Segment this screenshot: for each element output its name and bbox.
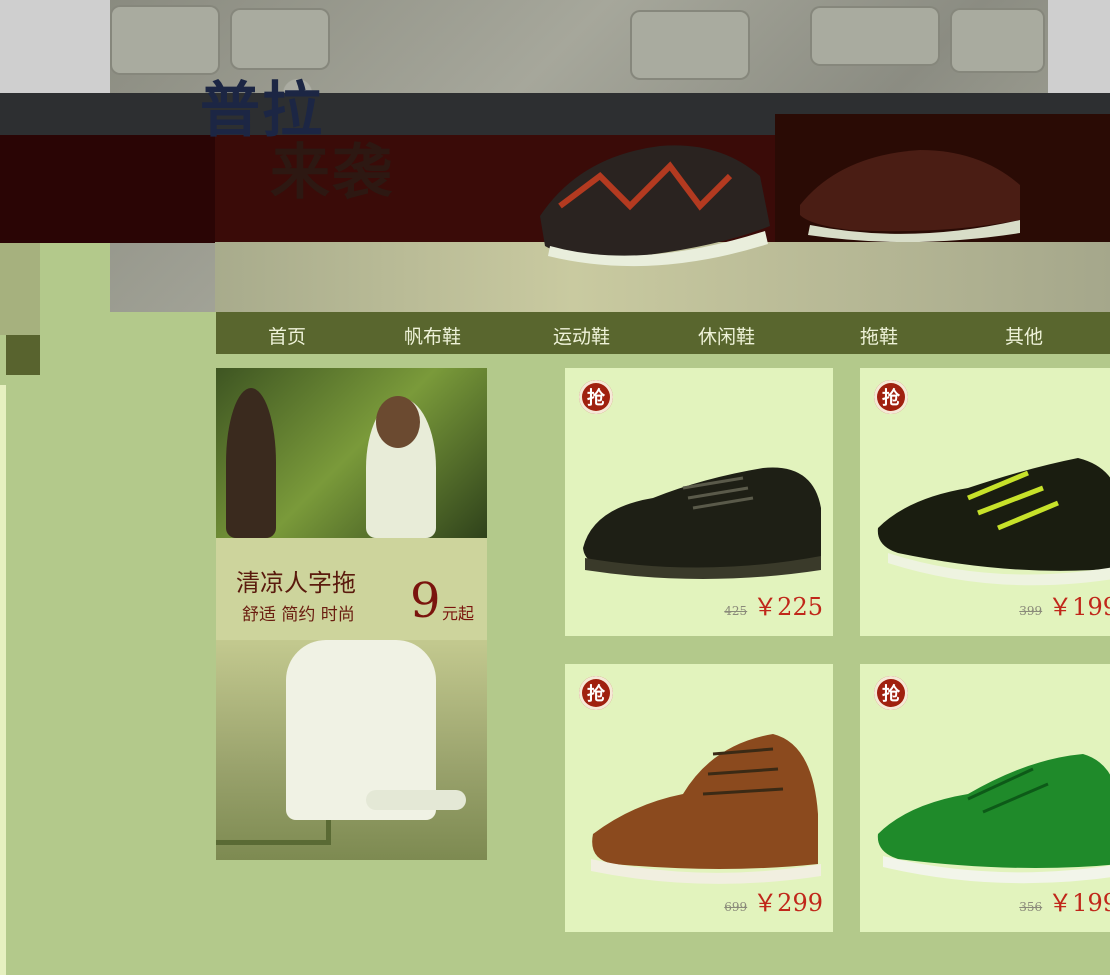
promo-subtitle: 舒适 简约 时尚 [242,605,355,625]
product-shoe-image [591,734,821,884]
sale-price: ￥199 [1048,593,1110,621]
nav-item-home[interactable]: 首页 [268,322,306,349]
original-price: 699 [724,900,748,914]
promo-price: 9 [410,573,441,629]
product-shoe-image [583,467,821,579]
promo-price-suffix: 元起 [442,604,475,623]
left-edge-strip [0,385,6,975]
product-shoe-image [877,754,1110,884]
price-row: 399 ￥199 [1019,587,1110,622]
original-price: 356 [1019,900,1043,914]
top-left-filler [0,0,110,95]
product-card[interactable]: 抢 356 ￥199 [860,664,1110,932]
price-row: 425 ￥225 [724,587,823,622]
grab-badge-icon: 抢 [579,380,613,414]
sale-price: ￥225 [753,593,823,621]
nav-item-other[interactable]: 其他 [1005,322,1043,349]
grab-badge-icon: 抢 [874,380,908,414]
nav-item-casual-shoes[interactable]: 休闲鞋 [698,322,755,349]
promo-banner[interactable]: 清凉人字拖 舒适 简约 时尚 9 元起 [216,368,487,860]
nav-item-slippers[interactable]: 拖鞋 [860,322,898,349]
product-shoe-image [877,458,1110,586]
left-side-block [0,243,40,335]
product-card[interactable]: 抢 425 ￥225 [565,368,833,636]
sale-price: ￥299 [753,889,823,917]
banner-title-line1: 普拉 [200,76,324,146]
promo-photo-bottom [216,640,487,860]
grab-badge-icon: 抢 [579,676,613,710]
nav-item-sports-shoes[interactable]: 运动鞋 [553,322,610,349]
promo-photo-top [216,368,487,538]
price-row: 356 ￥199 [1019,883,1110,918]
banner-title-line2: 来袭 [270,138,394,208]
original-price: 425 [724,604,748,618]
price-row: 699 ￥299 [724,883,823,918]
product-card[interactable]: 抢 699 ￥299 [565,664,833,932]
original-price: 399 [1019,604,1043,618]
main-nav: 首页 帆布鞋 运动鞋 休闲鞋 拖鞋 其他 [216,312,1110,354]
left-side-dark-block [6,335,40,375]
promo-title: 清凉人字拖 [236,569,356,597]
product-card[interactable]: 抢 399 ￥199 [860,368,1110,636]
hero-shoe-image [540,145,770,267]
nav-item-canvas-shoes[interactable]: 帆布鞋 [404,322,461,349]
sale-price: ￥199 [1048,889,1110,917]
grab-badge-icon: 抢 [874,676,908,710]
hero-shoe-image-secondary [800,150,1020,243]
top-right-filler [1048,0,1110,95]
